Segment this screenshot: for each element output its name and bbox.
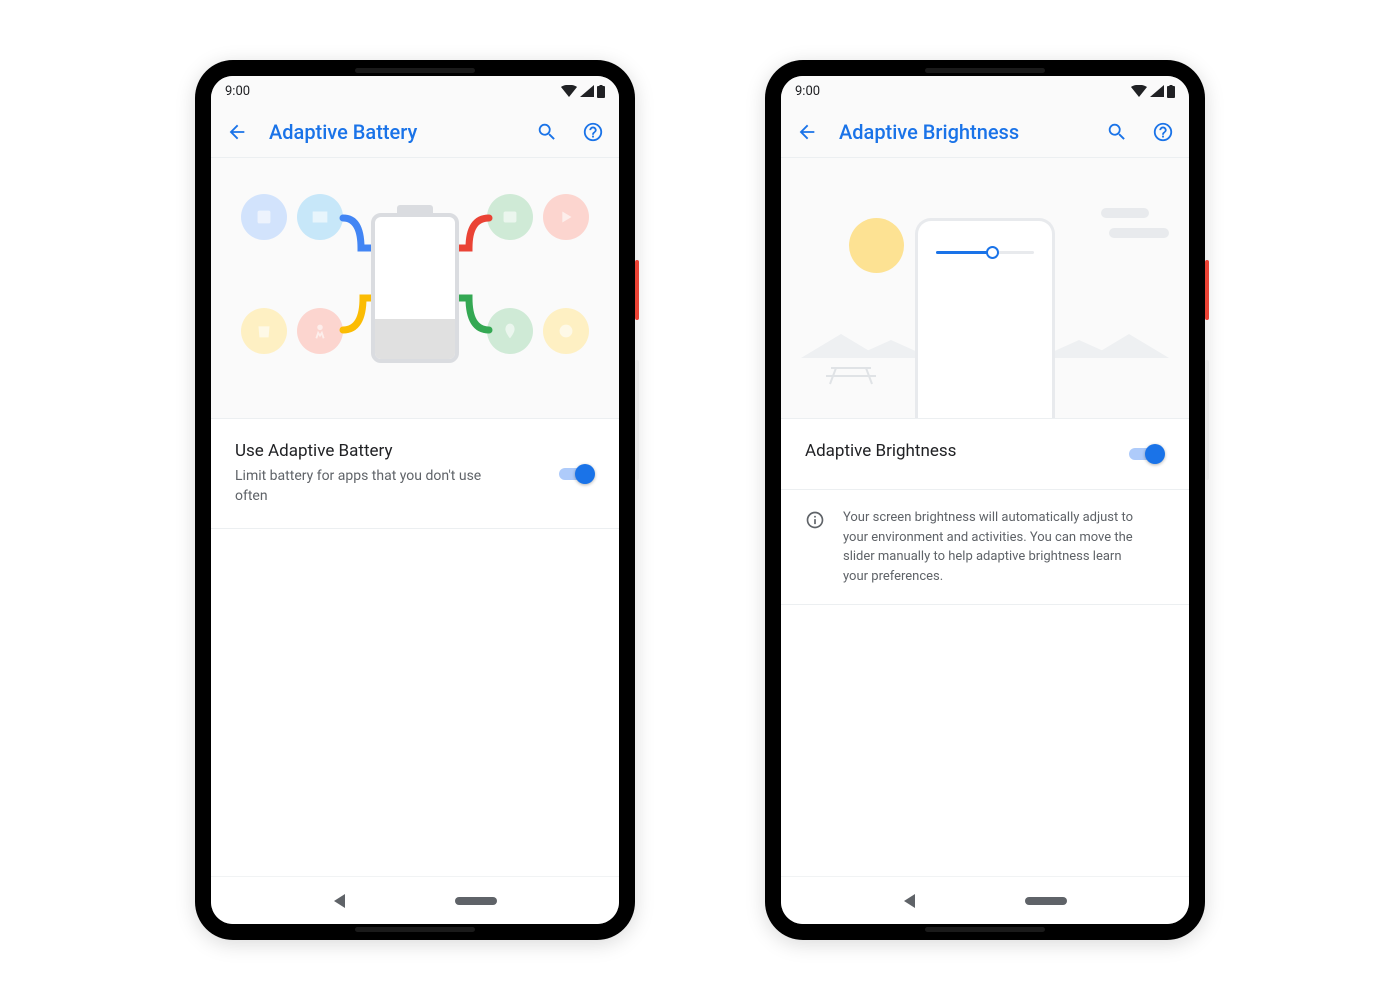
back-button[interactable] (223, 118, 251, 146)
arrow-back-icon (226, 121, 248, 143)
setting-title: Use Adaptive Battery (235, 441, 543, 461)
nav-back-button[interactable] (334, 894, 345, 908)
phone-volume-button (1205, 360, 1209, 480)
phone-mockup-battery: 9:00 Adaptive Battery (195, 60, 635, 940)
nav-home-pill[interactable] (455, 897, 497, 905)
status-time: 9:00 (795, 84, 820, 99)
setting-title: Adaptive Brightness (805, 441, 1113, 461)
phone-power-button (1205, 260, 1209, 320)
status-bar: 9:00 (781, 76, 1189, 106)
hero-illustration-brightness (781, 158, 1189, 418)
search-button[interactable] (533, 118, 561, 146)
signal-icon (580, 85, 594, 97)
screen: 9:00 Adaptive Battery (211, 76, 619, 924)
help-icon (1152, 121, 1174, 143)
app-bar: Adaptive Brightness (781, 106, 1189, 158)
setting-use-adaptive-battery[interactable]: Use Adaptive Battery Limit battery for a… (211, 418, 619, 529)
sun-illustration (849, 218, 904, 273)
page-title: Adaptive Brightness (839, 120, 1085, 144)
page-title: Adaptive Battery (269, 120, 515, 144)
cloud-illustration (1109, 228, 1169, 238)
help-icon (582, 121, 604, 143)
search-icon (536, 121, 558, 143)
nav-back-button[interactable] (904, 894, 915, 908)
info-row: Your screen brightness will automaticall… (781, 490, 1189, 605)
navigation-bar (211, 876, 619, 924)
content-spacer (211, 529, 619, 876)
arrow-back-icon (796, 121, 818, 143)
battery-illustration (371, 213, 459, 363)
search-icon (1106, 121, 1128, 143)
phone-mockup-brightness: 9:00 Adaptive Brightness (765, 60, 1205, 940)
phone-power-button (635, 260, 639, 320)
nav-home-pill[interactable] (1025, 897, 1067, 905)
battery-icon (1167, 85, 1175, 98)
status-icons (561, 85, 605, 98)
wifi-icon (1131, 85, 1147, 97)
cloud-illustration (1101, 208, 1149, 218)
status-icons (1131, 85, 1175, 98)
phone-illustration (915, 218, 1055, 418)
phone-volume-button (635, 360, 639, 480)
info-icon (805, 510, 825, 530)
setting-subtitle: Limit battery for apps that you don't us… (235, 467, 495, 506)
back-button[interactable] (793, 118, 821, 146)
battery-icon (597, 85, 605, 98)
toggle-adaptive-brightness[interactable] (1129, 444, 1165, 464)
status-time: 9:00 (225, 84, 250, 99)
status-bar: 9:00 (211, 76, 619, 106)
search-button[interactable] (1103, 118, 1131, 146)
info-text: Your screen brightness will automaticall… (843, 508, 1133, 586)
table-illustration (826, 360, 876, 388)
navigation-bar (781, 876, 1189, 924)
content-spacer (781, 605, 1189, 876)
help-button[interactable] (1149, 118, 1177, 146)
wifi-icon (561, 85, 577, 97)
help-button[interactable] (579, 118, 607, 146)
signal-icon (1150, 85, 1164, 97)
screen: 9:00 Adaptive Brightness (781, 76, 1189, 924)
app-bar: Adaptive Battery (211, 106, 619, 158)
hero-illustration-battery (211, 158, 619, 418)
setting-adaptive-brightness[interactable]: Adaptive Brightness (781, 418, 1189, 490)
toggle-adaptive-battery[interactable] (559, 464, 595, 484)
